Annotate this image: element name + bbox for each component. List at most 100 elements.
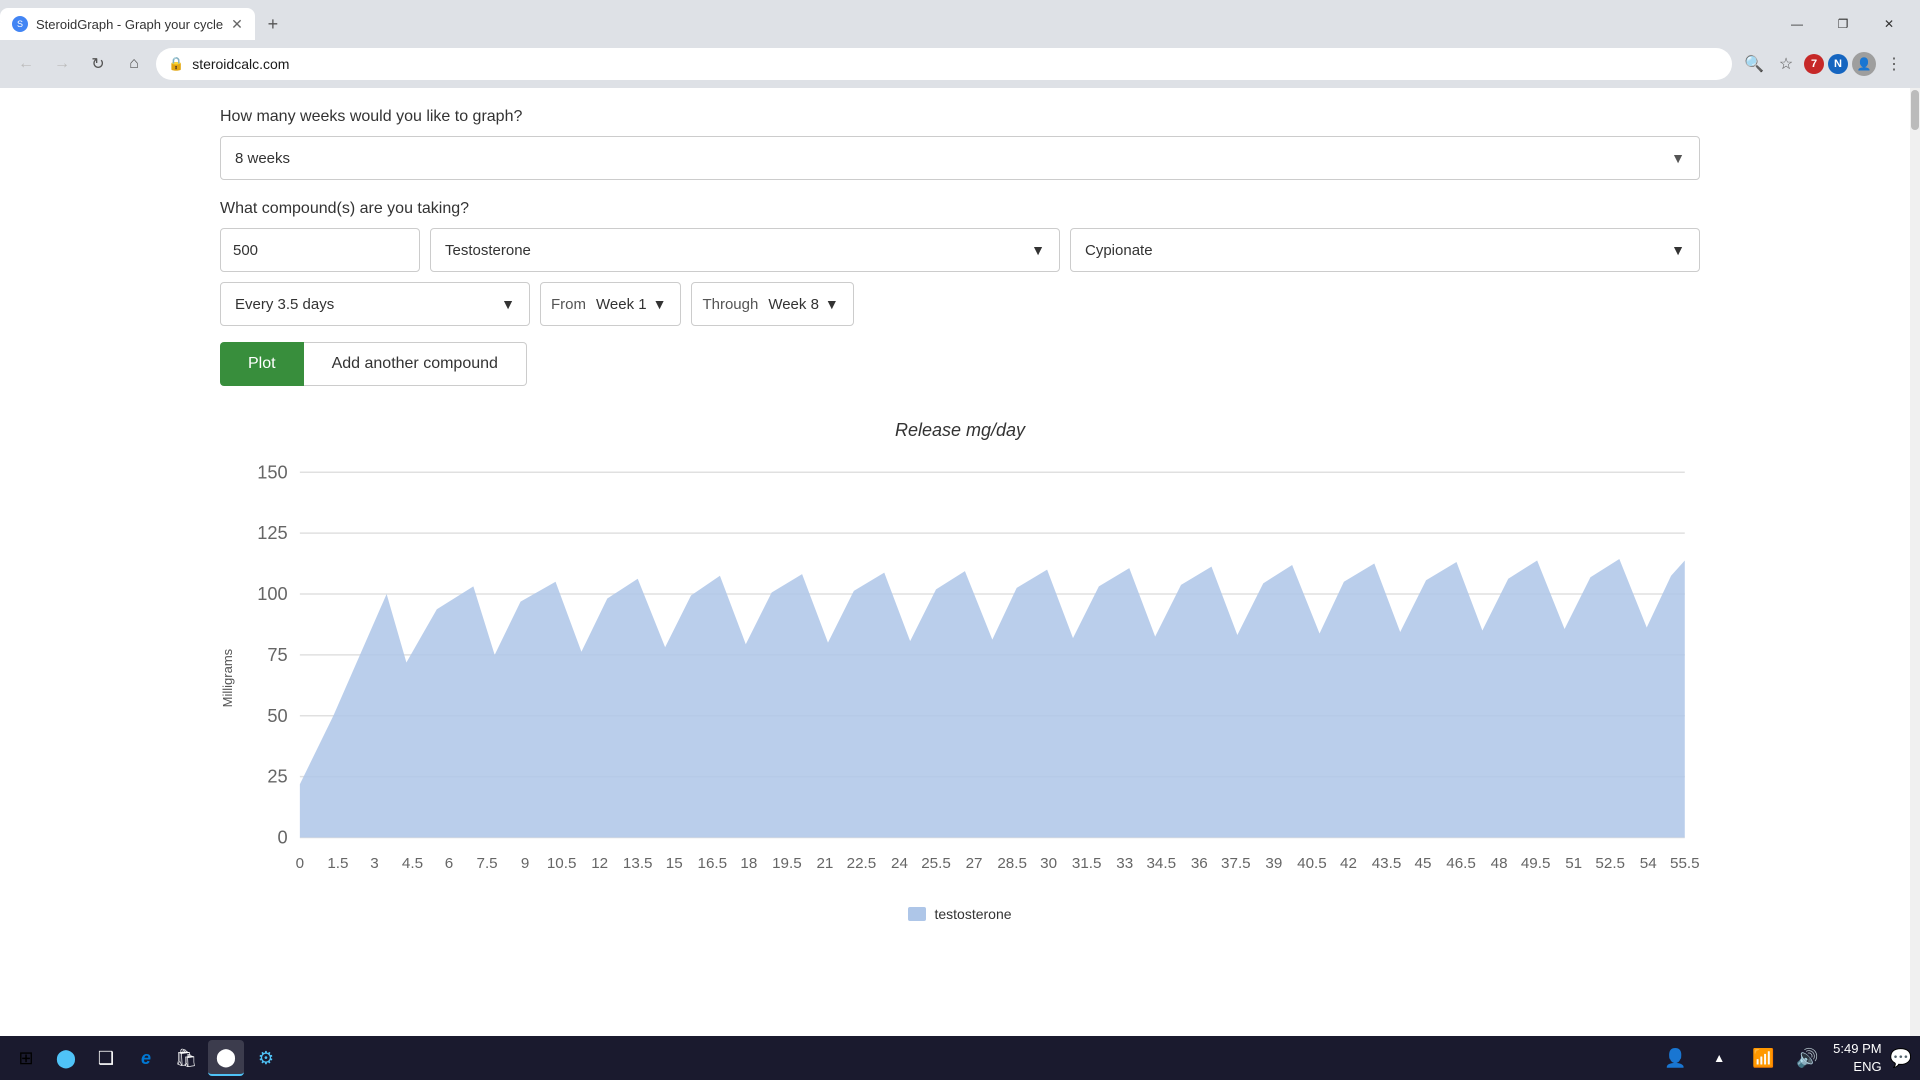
svg-text:43.5: 43.5 [1372,855,1402,872]
svg-text:18: 18 [740,855,757,872]
profile-badge-blue[interactable]: N [1828,54,1848,74]
svg-text:49.5: 49.5 [1521,855,1551,872]
svg-text:24: 24 [891,855,908,872]
tab-close-button[interactable]: ✕ [231,16,243,33]
svg-text:22.5: 22.5 [847,855,877,872]
store-icon[interactable]: 🛍 [168,1040,204,1076]
from-week-value: Week 1 [596,296,647,313]
menu-icon[interactable]: ⋮ [1880,50,1908,78]
svg-text:13.5: 13.5 [623,855,653,872]
chart-container: Release mg/day Milligrams [220,410,1700,932]
from-week-select[interactable]: Week 1 ▼ [592,282,670,326]
svg-text:36: 36 [1191,855,1208,872]
new-tab-button[interactable]: + [259,10,287,38]
cortana-button[interactable]: ⬤ [48,1040,84,1076]
profile-icon[interactable]: 👤 [1852,52,1876,76]
close-button[interactable]: ✕ [1866,8,1912,40]
up-arrow-icon[interactable]: ▲ [1701,1040,1737,1076]
svg-text:52.5: 52.5 [1595,855,1625,872]
maximize-button[interactable]: ❐ [1820,8,1866,40]
svg-text:34.5: 34.5 [1146,855,1176,872]
compound-subtype-value: Cypionate [1085,242,1153,259]
through-week-select[interactable]: Week 8 ▼ [764,282,842,326]
tab-favicon: S [12,16,28,32]
network-icon[interactable]: 👤 [1657,1040,1693,1076]
svg-text:40.5: 40.5 [1297,855,1327,872]
frequency-select[interactable]: Every 3.5 days ▼ [220,282,530,326]
svg-text:55.5: 55.5 [1670,855,1700,872]
browser-window: S SteroidGraph - Graph your cycle ✕ + — … [0,0,1920,1080]
home-button[interactable]: ⌂ [120,50,148,78]
svg-text:15: 15 [666,855,683,872]
address-bar-row: ← → ↻ ⌂ 🔒 steroidcalc.com 🔍 ☆ 7 N 👤 ⋮ [0,40,1920,88]
main-content: How many weeks would you like to graph? … [0,88,1920,1036]
url-text: steroidcalc.com [192,56,1720,72]
svg-text:51: 51 [1565,855,1582,872]
svg-text:39: 39 [1265,855,1282,872]
y-axis-label: Milligrams [220,457,235,898]
wifi-icon[interactable]: 📶 [1745,1040,1781,1076]
svg-text:25: 25 [267,766,287,787]
svg-text:125: 125 [257,522,287,543]
frequency-row: Every 3.5 days ▼ From Week 1 ▼ Through W… [220,282,1700,326]
refresh-button[interactable]: ↻ [84,50,112,78]
through-week-arrow: ▼ [825,296,839,312]
legend-label: testosterone [934,906,1011,922]
scrollbar[interactable] [1910,88,1920,1036]
minimize-button[interactable]: — [1774,8,1820,40]
svg-text:9: 9 [521,855,529,872]
chart-title: Release mg/day [220,420,1700,441]
frequency-value: Every 3.5 days [235,296,334,313]
chart-svg: 150 125 100 75 50 25 0 [239,457,1700,898]
from-week-arrow: ▼ [653,296,667,312]
tab-bar: S SteroidGraph - Graph your cycle ✕ + — … [0,0,1920,40]
weeks-dropdown[interactable]: 8 weeks ▼ [220,136,1700,180]
chrome-icon[interactable]: ⬤ [208,1040,244,1076]
edge-icon[interactable]: e [128,1040,164,1076]
weeks-dropdown-arrow: ▼ [1671,150,1685,166]
scrollbar-thumb[interactable] [1911,90,1919,130]
chart-legend: testosterone [220,906,1700,922]
compound-subtype-select[interactable]: Cypionate ▼ [1070,228,1700,272]
svg-text:27: 27 [966,855,983,872]
svg-text:16.5: 16.5 [698,855,728,872]
task-view-button[interactable]: ❑ [88,1040,124,1076]
notification-icon[interactable]: 💬 [1890,1048,1912,1069]
clock-time: 5:49 PM [1833,1040,1881,1058]
svg-text:150: 150 [257,461,287,482]
compound-question-label: What compound(s) are you taking? [220,200,1700,218]
frequency-arrow: ▼ [501,296,515,312]
volume-icon[interactable]: 🔊 [1789,1040,1825,1076]
compound-type-select[interactable]: Testosterone ▼ [430,228,1060,272]
svg-text:6: 6 [445,855,453,872]
toolbar-icons: 🔍 ☆ 7 N 👤 ⋮ [1740,50,1908,78]
through-week-value: Week 8 [768,296,819,313]
svg-text:10.5: 10.5 [547,855,577,872]
address-bar[interactable]: 🔒 steroidcalc.com [156,48,1732,80]
plot-button[interactable]: Plot [220,342,304,386]
from-group: From Week 1 ▼ [540,282,681,326]
profile-badge-red[interactable]: 7 [1804,54,1824,74]
recuva-icon[interactable]: ⚙ [248,1040,284,1076]
active-tab[interactable]: S SteroidGraph - Graph your cycle ✕ [0,8,255,40]
svg-text:0: 0 [296,855,304,872]
svg-text:48: 48 [1491,855,1508,872]
through-group: Through Week 8 ▼ [691,282,853,326]
add-compound-button[interactable]: Add another compound [304,342,527,386]
bookmark-icon[interactable]: ☆ [1772,50,1800,78]
weeks-value: 8 weeks [235,150,290,167]
svg-text:4.5: 4.5 [402,855,423,872]
svg-text:19.5: 19.5 [772,855,802,872]
compound-subtype-arrow: ▼ [1671,242,1685,258]
dose-input[interactable] [221,242,420,259]
svg-text:25.5: 25.5 [921,855,951,872]
lock-icon: 🔒 [168,56,184,72]
compound-row: mg Testosterone ▼ Cypionate ▼ [220,228,1700,272]
start-button[interactable]: ⊞ [8,1040,44,1076]
weeks-question-label: How many weeks would you like to graph? [220,108,1700,126]
back-button[interactable]: ← [12,50,40,78]
search-icon[interactable]: 🔍 [1740,50,1768,78]
forward-button[interactable]: → [48,50,76,78]
taskbar-time[interactable]: 5:49 PM ENG [1833,1040,1881,1076]
svg-text:0: 0 [278,827,288,848]
